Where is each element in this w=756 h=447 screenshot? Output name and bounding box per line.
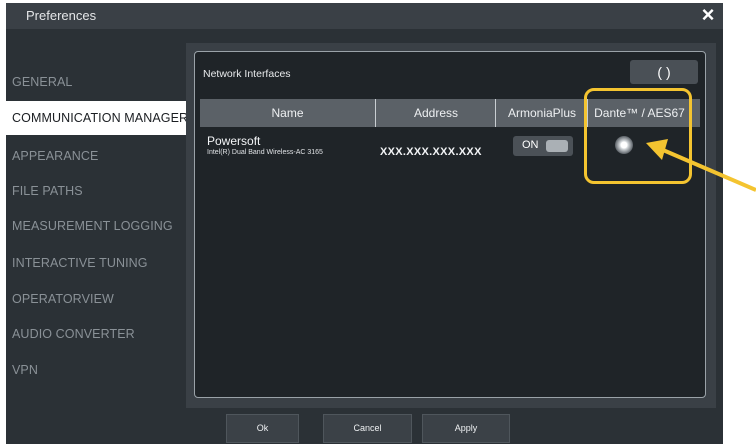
annotation-arrow-head (646, 139, 668, 160)
annotation-arrow-line (662, 148, 756, 192)
annotation-overlay (646, 139, 756, 192)
